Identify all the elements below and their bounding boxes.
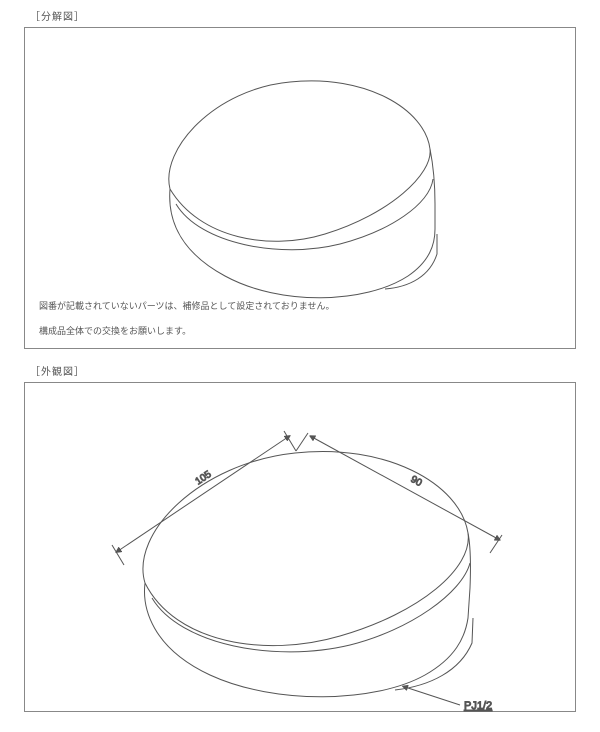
exploded-view-note: 図番が記載されていないパーツは、補修品として設定されておりません。 構成品全体で… [39,288,334,338]
dim-ext-line [296,433,308,451]
callout-label: PJ1/2 [464,700,492,712]
seat-rim-line [152,563,470,652]
seat-lid-top-outline [169,81,430,241]
note-line-1: 図番が記載されていないパーツは、補修品として設定されておりません。 [39,301,334,311]
dimension-value-right: 90 [409,474,424,489]
seat-body-outline [170,149,435,298]
exploded-view-drawing [130,54,470,314]
external-view-panel: 105 90 PJ1/2 [24,382,576,712]
external-view-label: ［外観図］ [30,363,576,378]
note-line-2: 構成品全体での交換をお願いします。 [39,326,191,336]
external-view-drawing: 105 90 PJ1/2 [60,393,540,713]
seat-base-edge [395,618,473,690]
seat-base-edge [385,234,437,289]
dimension-value-left: 105 [194,469,214,488]
callout-leader [405,687,460,705]
exploded-view-panel: 図番が記載されていないパーツは、補修品として設定されておりません。 構成品全体で… [24,27,576,349]
page: ［分解図］ 図番が記載されていないパーツは、補修品として設定されておりません。 … [0,0,600,732]
dim-ext-line [284,431,296,451]
exploded-view-label: ［分解図］ [30,8,576,23]
dimension-line-right [312,437,498,539]
dimension-line-left [118,437,288,551]
